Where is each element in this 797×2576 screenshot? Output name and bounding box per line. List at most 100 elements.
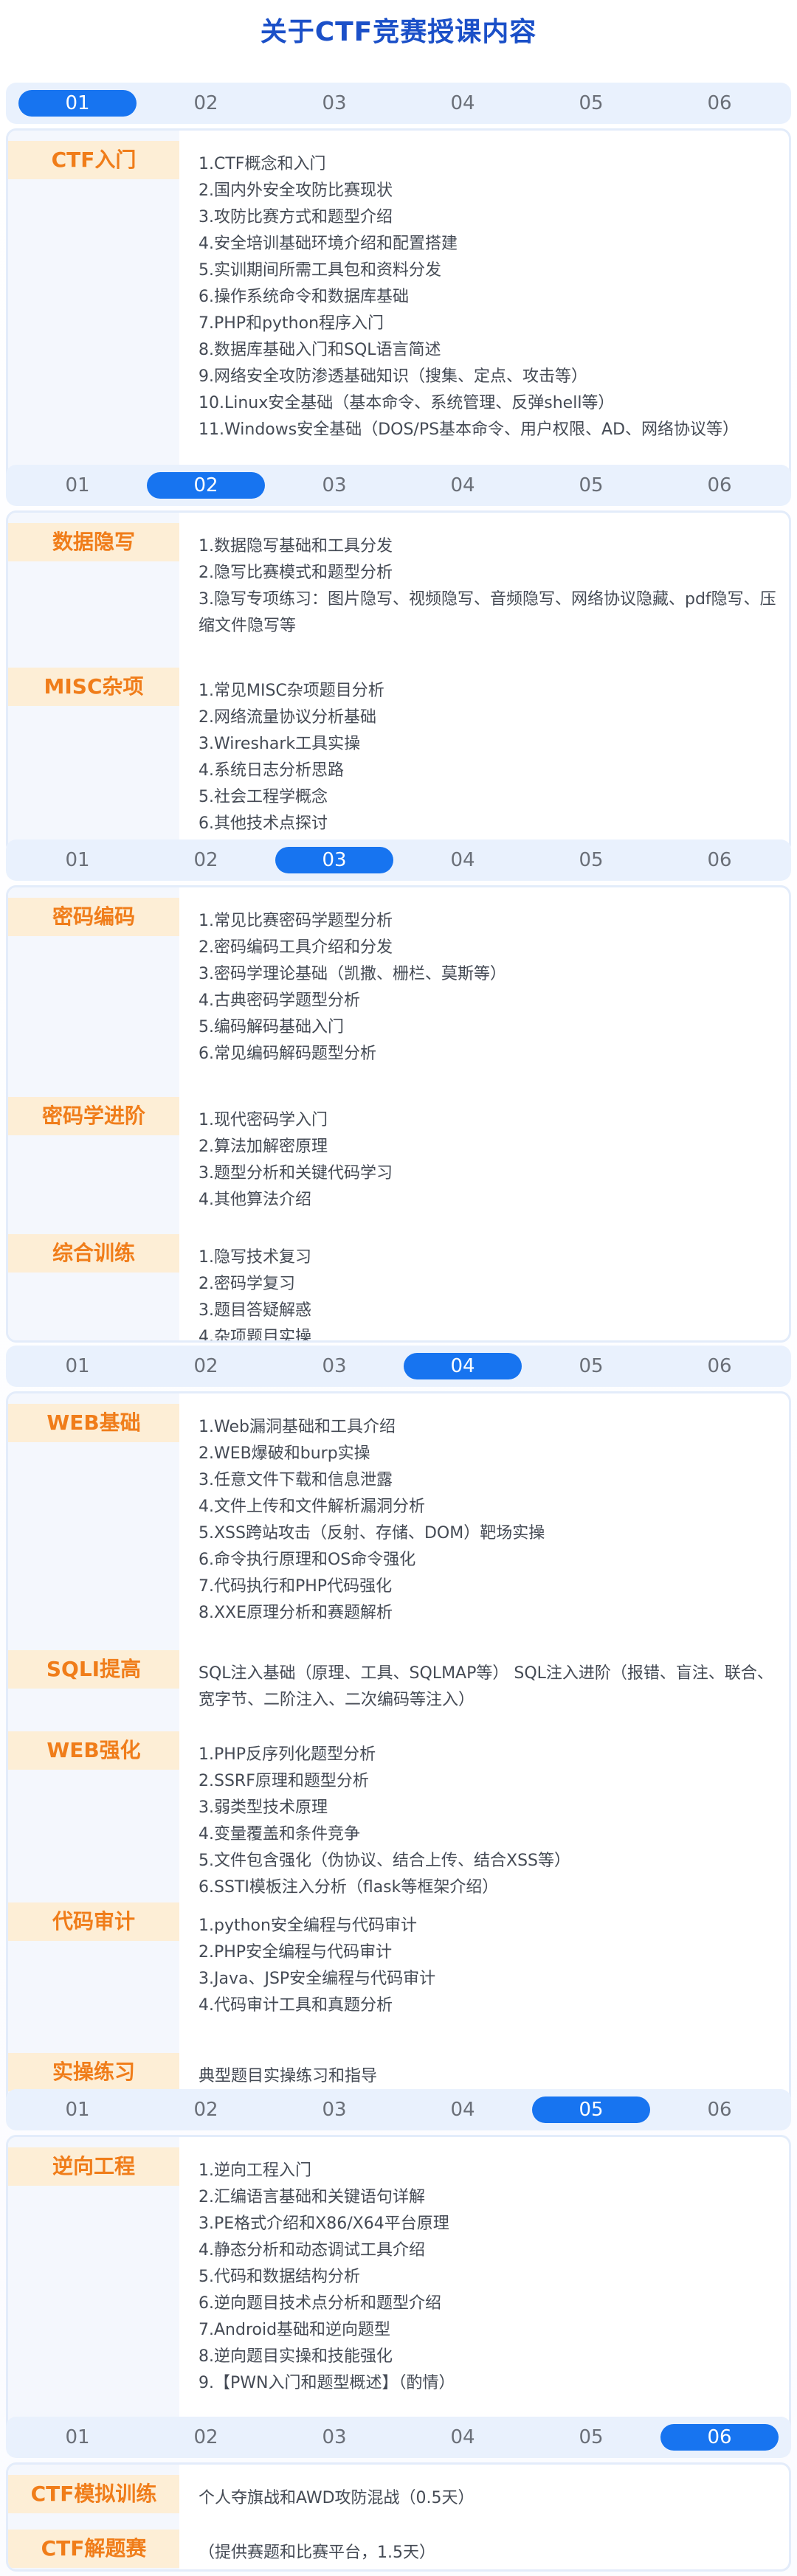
topic-item: 4.杂项题目实操 (199, 1328, 311, 1343)
topic-item: 6.操作系统命令和数据库基础 (199, 288, 409, 306)
tab-02[interactable]: 02 (147, 1353, 265, 1379)
topic-list: 1.逆向工程入门 2.汇编语言基础和关键语句详解 3.PE格式介绍和X86/X64平… (199, 2158, 782, 2397)
content-block: CTF入门 1.CTF概念和入门 2.国内外安全攻防比赛现状 3.攻防比赛方式和题型介… (8, 141, 789, 491)
tab-01[interactable]: 01 (18, 2424, 137, 2451)
tab-01[interactable]: 01 (18, 472, 137, 499)
course-section: 01 02 03 04 05 06 CTF模拟训练 个人夺旗战和AWD攻防混战（0.5天） CT… (6, 2417, 791, 2572)
topic-item: 3.PE格式介绍和X86/X64平台原理 (199, 2215, 449, 2233)
tab-02[interactable]: 02 (147, 847, 265, 873)
section-tab-bar: 01 02 03 04 05 06 (6, 83, 791, 124)
section-tab-bar: 01 02 03 04 05 06 (6, 2417, 791, 2458)
topic-item: 3.题目答疑解惑 (199, 1301, 311, 1320)
tab-04[interactable]: 04 (404, 472, 522, 499)
section-tab-bar: 01 02 03 04 05 06 (6, 1346, 791, 1387)
tab-04[interactable]: 04 (404, 2097, 522, 2123)
tab-04[interactable]: 04 (404, 847, 522, 873)
topic-item: 1.Web漏洞基础和工具介绍 (199, 1418, 396, 1436)
topic-item: 2.网络流量协议分析基础 (199, 708, 376, 727)
topic-note: 个人夺旗战和AWD攻防混战（0.5天） (199, 2489, 475, 2507)
topic-list: 1.PHP反序列化题型分析 2.SSRF原理和题型分析 3.弱类型技术原理 4.变量覆… (199, 1742, 782, 1901)
tab-03[interactable]: 03 (275, 847, 393, 873)
content-block: 密码编码 1.常见比赛密码学题型分析 2.密码编码工具介绍和分发 3.密码学理论基础（… (8, 898, 789, 1097)
topic-item: 3.题型分析和关键代码学习 (199, 1164, 393, 1183)
tab-01[interactable]: 01 (18, 847, 137, 873)
tab-03[interactable]: 03 (275, 90, 393, 117)
tab-05[interactable]: 05 (532, 472, 650, 499)
content-block: SQLI提高 SQL注入基础（原理、工具、SQLMAP等） SQL注入进阶（报错、… (8, 1650, 789, 1731)
course-section: 01 02 03 04 05 06 WEB基础 1.Web漏洞基础和工具介绍 2.WEB爆破和b… (6, 1346, 791, 2107)
topic-item: 2.SSRF原理和题型分析 (199, 1772, 369, 1790)
topic-item: 3.弱类型技术原理 (199, 1798, 328, 1817)
topic-item: 6.命令执行原理和OS命令强化 (199, 1551, 416, 1569)
topic-list: 1.CTF概念和入门 2.国内外安全攻防比赛现状 3.攻防比赛方式和题型介绍 4.安全… (199, 151, 782, 443)
tab-05[interactable]: 05 (532, 2424, 650, 2451)
topic-item: 4.静态分析和动态调试工具介绍 (199, 2241, 425, 2260)
topic-list: 1.现代密码学入门 2.算法加解密原理 3.题型分析和关键代码学习 4.其他算法介绍 (199, 1107, 782, 1213)
tab-04[interactable]: 04 (404, 1353, 522, 1379)
category-label: 密码学进阶 (8, 1097, 179, 1135)
tab-05[interactable]: 05 (532, 1353, 650, 1379)
topic-item: 7.Android基础和逆向题型 (199, 2321, 391, 2339)
tab-05[interactable]: 05 (532, 90, 650, 117)
section-tab-bar: 01 02 03 04 05 06 (6, 465, 791, 506)
tab-02[interactable]: 02 (147, 90, 265, 117)
tab-06[interactable]: 06 (660, 90, 779, 117)
topic-note: SQL注入基础（原理、工具、SQLMAP等） SQL注入进阶（报错、盲注、联合、… (199, 1664, 773, 1709)
topic-item: 6.其他技术点探讨 (199, 814, 328, 833)
category-label: 密码编码 (8, 898, 179, 936)
tab-01[interactable]: 01 (18, 2097, 137, 2123)
category-label: SQLI提高 (8, 1650, 179, 1689)
category-label: 综合训练 (8, 1234, 179, 1273)
tab-03[interactable]: 03 (275, 1353, 393, 1379)
topic-list: 1.Web漏洞基础和工具介绍 2.WEB爆破和burp实操 3.任意文件下载和信息泄… (199, 1414, 782, 1627)
tab-02[interactable]: 02 (147, 2424, 265, 2451)
topic-item: 1.常见比赛密码学题型分析 (199, 912, 393, 930)
section-card: CTF模拟训练 个人夺旗战和AWD攻防混战（0.5天） CTF解题赛 （提供赛题和比赛… (6, 2462, 791, 2572)
tab-03[interactable]: 03 (275, 2424, 393, 2451)
topic-item: 3.任意文件下载和信息泄露 (199, 1471, 393, 1489)
topic-item: 1.CTF概念和入门 (199, 155, 326, 173)
section-card: 数据隐写 1.数据隐写基础和工具分发 2.隐写比赛模式和题型分析 3.隐写专项练习：图… (6, 510, 791, 854)
tab-06[interactable]: 06 (660, 472, 779, 499)
topic-item: 5.代码和数据结构分析 (199, 2268, 360, 2286)
topic-item: 1.常见MISC杂项题目分析 (199, 682, 384, 700)
tab-06[interactable]: 06 (660, 1353, 779, 1379)
topic-list: 1.隐写技术复习 2.密码学复习 3.题目答疑解惑 4.杂项题目实操 (199, 1244, 782, 1343)
category-label: 数据隐写 (8, 523, 179, 561)
topic-item: 8.数据库基础入门和SQL语言简述 (199, 341, 441, 359)
topic-item: 2.汇编语言基础和关键语句详解 (199, 2188, 425, 2206)
topic-item: 4.文件上传和文件解析漏洞分析 (199, 1498, 425, 1516)
topic-item: 5.实训期间所需工具包和资料分发 (199, 261, 441, 280)
category-label: 代码审计 (8, 1902, 179, 1941)
content-block: CTF模拟训练 个人夺旗战和AWD攻防混战（0.5天） (8, 2475, 789, 2530)
tab-04[interactable]: 04 (404, 2424, 522, 2451)
content-block: 代码审计 1.python安全编程与代码审计 2.PHP安全编程与代码审计 3.Jav… (8, 1902, 789, 2053)
topic-list: 1.数据隐写基础和工具分发 2.隐写比赛模式和题型分析 3.隐写专项练习：图片隐写、… (199, 533, 782, 640)
tab-03[interactable]: 03 (275, 2097, 393, 2123)
tab-05[interactable]: 05 (532, 847, 650, 873)
section-tab-bar: 01 02 03 04 05 06 (6, 839, 791, 881)
tab-02[interactable]: 02 (147, 472, 265, 499)
topic-item: 4.系统日志分析思路 (199, 761, 344, 780)
topic-item: 3.Java、JSP安全编程与代码审计 (199, 1970, 436, 1988)
content-block: WEB强化 1.PHP反序列化题型分析 2.SSRF原理和题型分析 3.弱类型技术原理… (8, 1731, 789, 1902)
content-block: 综合训练 1.隐写技术复习 2.密码学复习 3.题目答疑解惑 4.杂项题目实操 (8, 1234, 789, 1343)
tab-01[interactable]: 01 (18, 1353, 137, 1379)
tab-04[interactable]: 04 (404, 90, 522, 117)
tab-02[interactable]: 02 (147, 2097, 265, 2123)
topic-item: 1.现代密码学入门 (199, 1111, 328, 1129)
content-block: WEB基础 1.Web漏洞基础和工具介绍 2.WEB爆破和burp实操 3.任意文件下… (8, 1404, 789, 1650)
topic-item: 2.PHP安全编程与代码审计 (199, 1943, 393, 1962)
tab-06[interactable]: 06 (660, 2424, 779, 2451)
tab-03[interactable]: 03 (275, 472, 393, 499)
section-tab-bar: 01 02 03 04 05 06 (6, 2089, 791, 2130)
course-section: 01 02 03 04 05 06 数据隐写 1.数据隐写基础和工具分发 2.隐写比赛模式和题型… (6, 465, 791, 854)
topic-item: 4.代码审计工具和真题分析 (199, 1996, 393, 2015)
content-block: 密码学进阶 1.现代密码学入门 2.算法加解密原理 3.题型分析和关键代码学习 4.其他… (8, 1097, 789, 1234)
content-block: 逆向工程 1.逆向工程入门 2.汇编语言基础和关键语句详解 3.PE格式介绍和X86/… (8, 2147, 789, 2435)
topic-item: 1.python安全编程与代码审计 (199, 1917, 417, 1935)
tab-05[interactable]: 05 (532, 2097, 650, 2123)
tab-06[interactable]: 06 (660, 847, 779, 873)
tab-01[interactable]: 01 (18, 90, 137, 117)
tab-06[interactable]: 06 (660, 2097, 779, 2123)
